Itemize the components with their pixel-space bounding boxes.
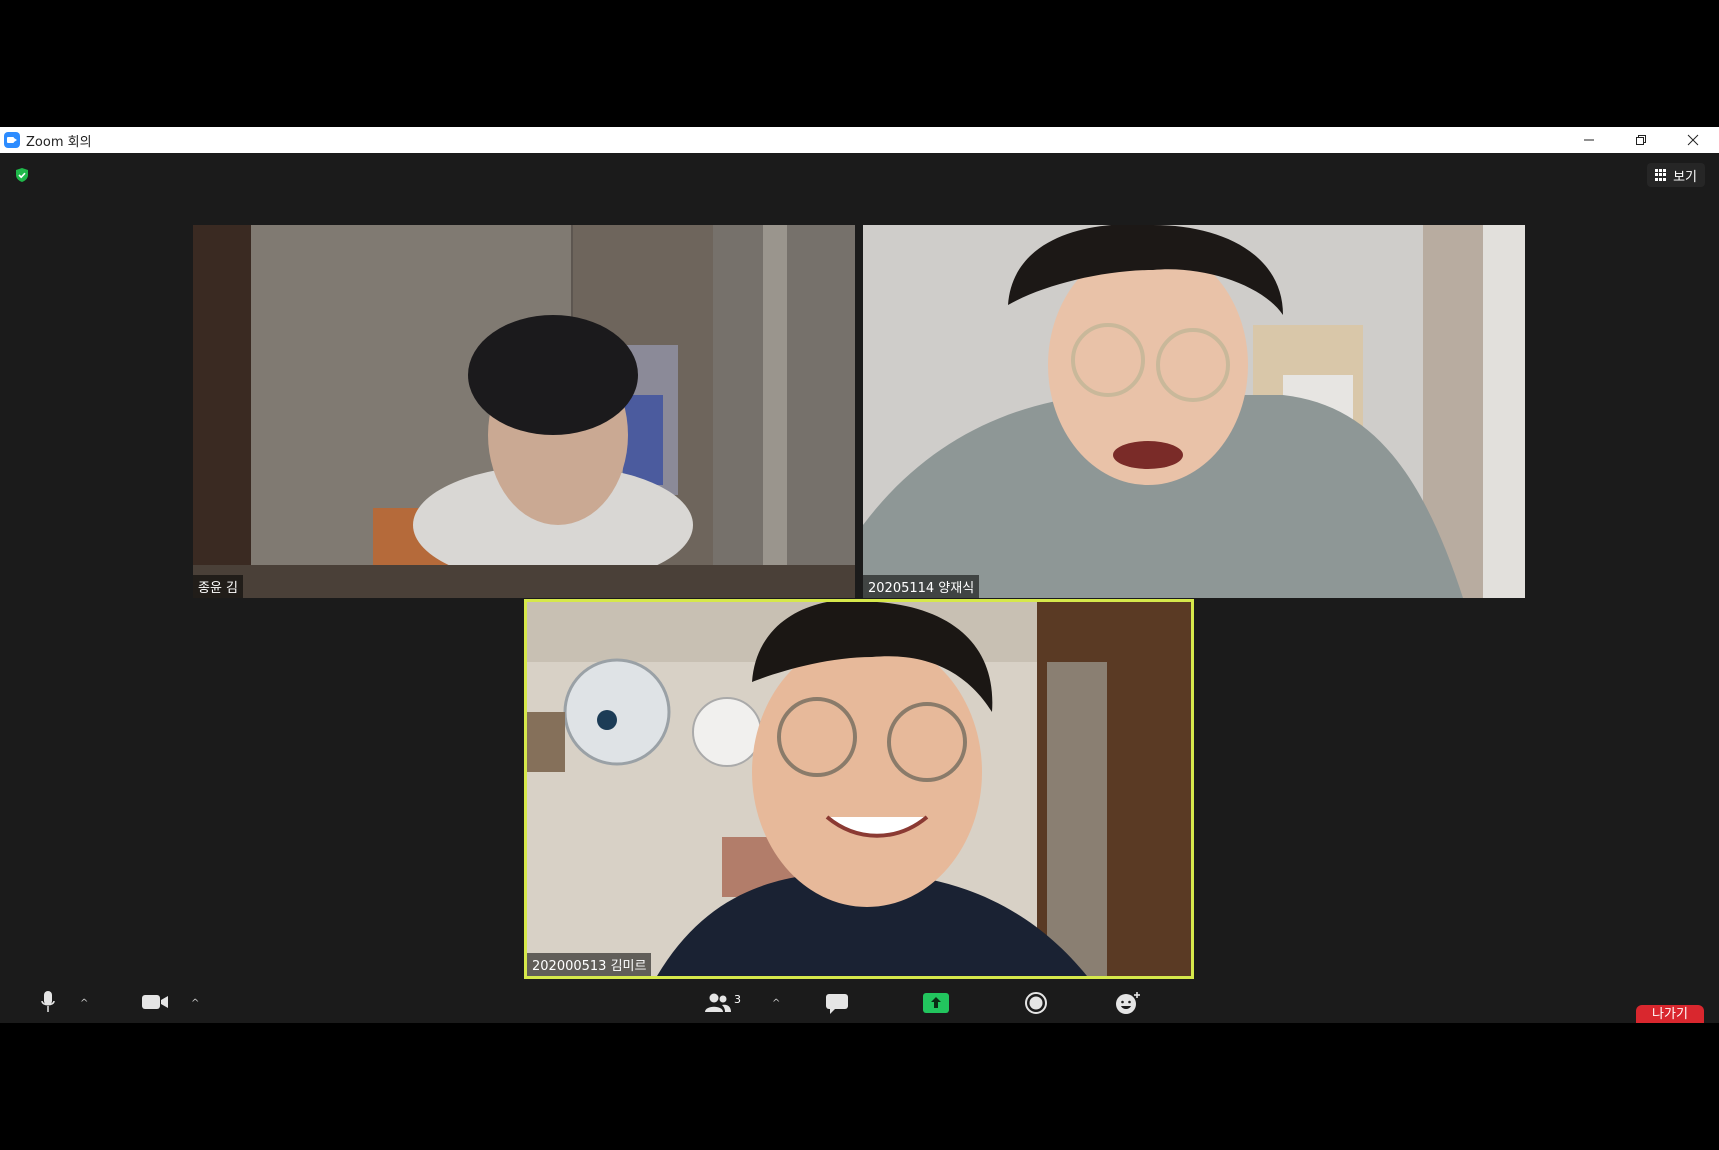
chevron-up-icon: ^ [191,998,200,1009]
close-button[interactable] [1667,127,1719,153]
participant-name-tag: 20205114 양재식 [863,575,980,598]
minimize-button[interactable] [1563,127,1615,153]
meeting-area: 보기 종윤 김 20205114 양재식 202000513 김미르 [0,153,1719,1023]
audio-options-caret[interactable]: ^ [80,998,88,1009]
chat-button[interactable] [825,993,849,1015]
restore-button[interactable] [1615,127,1667,153]
close-icon [1687,134,1699,146]
chevron-up-icon: ^ [80,998,89,1009]
minimize-icon [1584,139,1594,141]
record-button[interactable] [1025,992,1047,1014]
chat-icon [826,994,848,1014]
participants-count: 3 [734,992,741,1006]
participant-name-tag: 종윤 김 [193,575,244,598]
participant-video [193,225,855,598]
meeting-toolbar: ^ ^ 3 ^ 나가기 [0,990,1719,1031]
video-options-caret[interactable]: ^ [191,998,199,1009]
encryption-shield-icon[interactable] [14,167,30,183]
emoji-reaction-icon [1116,992,1140,1014]
window-controls [1563,127,1719,153]
chevron-up-icon: ^ [772,998,781,1009]
view-button[interactable]: 보기 [1647,163,1705,187]
participants-options-caret[interactable]: ^ [772,998,780,1009]
view-label: 보기 [1673,169,1697,185]
zoom-logo-icon [4,132,20,148]
video-tile-participant-1[interactable]: 종윤 김 [193,225,855,598]
participants-button[interactable]: 3 [704,993,741,1013]
share-screen-button[interactable] [923,993,949,1013]
grid-view-icon [1655,169,1667,181]
mute-button[interactable] [40,990,56,1014]
leave-meeting-label: 나가기 [1652,1007,1688,1022]
participant-name-tag: 202000513 김미르 [527,953,652,976]
stop-video-button[interactable] [141,993,169,1011]
window-titlebar: Zoom 회의 [0,127,1719,153]
microphone-icon [41,991,55,1012]
share-screen-icon [923,993,949,1013]
video-camera-icon [142,995,168,1009]
restore-icon [1636,135,1646,145]
participants-icon [705,993,731,1012]
record-icon [1025,992,1047,1014]
screen-letterbox [0,1023,1719,1150]
window-title: Zoom 회의 [26,134,92,150]
participant-video [527,602,1191,976]
video-tile-participant-2[interactable]: 20205114 양재식 [863,225,1525,598]
participant-video [863,225,1525,598]
video-tile-active-speaker[interactable]: 202000513 김미르 [524,599,1194,979]
reactions-button[interactable] [1115,991,1141,1015]
